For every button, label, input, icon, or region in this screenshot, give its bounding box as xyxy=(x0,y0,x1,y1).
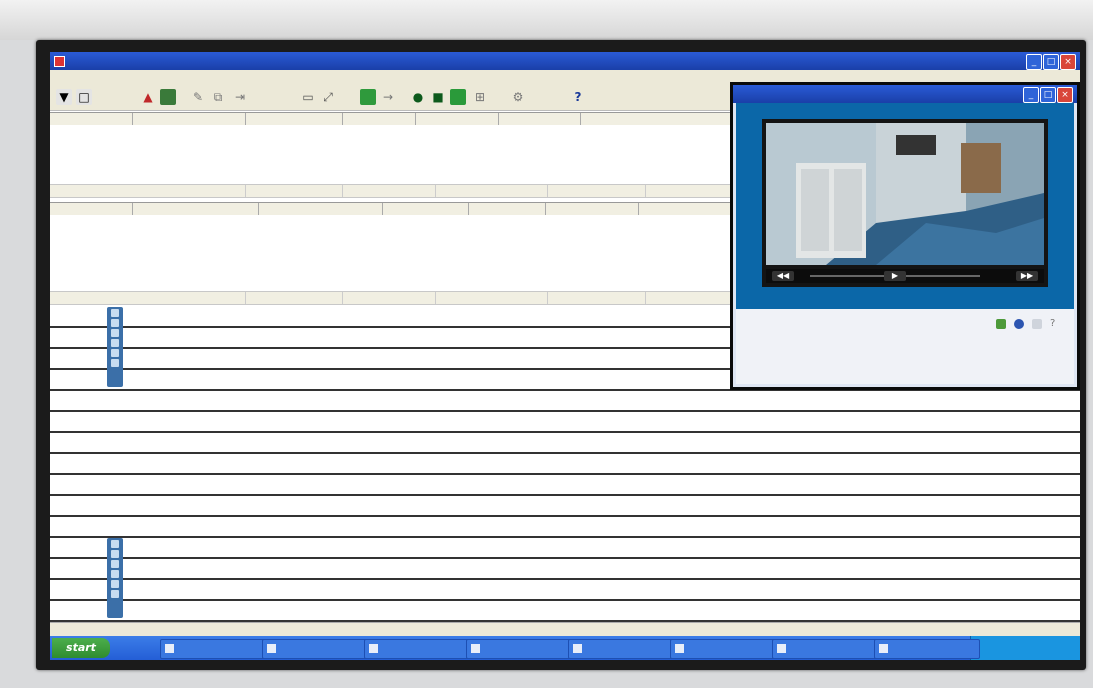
desktop-screen: _ □ × ▼ □ ▲ ✎ ⧉ ⇥ ▭ ⤢ → ● ■ ⊞ ⚙ ? start … xyxy=(50,52,1080,660)
footer-cell xyxy=(342,185,436,197)
video-panel: ◀◀ ▶ ▶▶ xyxy=(736,103,1074,309)
log-row[interactable] xyxy=(50,494,1080,517)
minimize-button[interactable]: _ xyxy=(1026,54,1042,70)
print-icon[interactable]: ■ xyxy=(430,89,446,105)
window-icon xyxy=(369,644,378,653)
taskbar-button[interactable] xyxy=(160,639,266,659)
column-header[interactable] xyxy=(50,113,128,125)
video-close-button[interactable]: × xyxy=(1057,87,1073,103)
video-frame: ◀◀ ▶ ▶▶ xyxy=(762,119,1048,287)
play-icon[interactable]: ▶ xyxy=(884,271,906,281)
footer-cell xyxy=(435,185,549,197)
footer-cell xyxy=(245,185,344,197)
window-icon xyxy=(675,644,684,653)
log-row[interactable] xyxy=(50,599,1080,622)
edit-icon[interactable]: ✎ xyxy=(190,89,206,105)
main-window-title-bar[interactable]: _ □ × xyxy=(50,52,1080,70)
log-row[interactable] xyxy=(50,473,1080,496)
log-row[interactable] xyxy=(50,536,1080,559)
video-window-title-bar[interactable]: _ □ × xyxy=(733,85,1077,103)
video-thumbnail-strip[interactable] xyxy=(107,538,123,618)
info-icon[interactable]: ? xyxy=(1050,319,1060,329)
new-icon[interactable]: □ xyxy=(76,89,92,105)
window-icon xyxy=(471,644,480,653)
footer-cell xyxy=(245,292,344,304)
window-icon xyxy=(879,644,888,653)
footer-cell xyxy=(645,185,709,197)
forward-icon[interactable]: ▶▶ xyxy=(1016,271,1038,281)
snapshot-icon[interactable] xyxy=(1014,319,1024,329)
filter-icon[interactable]: ▼ xyxy=(56,89,72,105)
live-video-window: _ □ × ◀◀ ▶ ▶▶ ? xyxy=(730,82,1080,390)
settings-icon[interactable] xyxy=(1032,319,1042,329)
column-header[interactable] xyxy=(245,113,344,125)
status-bar xyxy=(50,622,1080,637)
taskbar-button[interactable] xyxy=(568,639,674,659)
tools-icon[interactable]: ⚙ xyxy=(510,89,526,105)
taskbar-button[interactable] xyxy=(670,639,776,659)
log-row[interactable] xyxy=(50,410,1080,433)
view-icon[interactable]: ● xyxy=(410,89,426,105)
record-icon[interactable] xyxy=(160,89,176,105)
log-row[interactable] xyxy=(50,515,1080,538)
close-button[interactable]: × xyxy=(1060,54,1076,70)
playback-icon[interactable] xyxy=(450,89,466,105)
footer-cell xyxy=(342,292,436,304)
monitor-icon[interactable]: ▭ xyxy=(300,89,316,105)
window-icon xyxy=(777,644,786,653)
camera-icon[interactable] xyxy=(360,89,376,105)
video-minimize-button[interactable]: _ xyxy=(1023,87,1039,103)
help-button[interactable]: ? xyxy=(570,89,586,105)
window-icon xyxy=(165,644,174,653)
taskbar: start xyxy=(50,636,1080,660)
system-tray xyxy=(970,636,1080,660)
column-header[interactable] xyxy=(50,203,128,215)
rewind-icon[interactable]: ◀◀ xyxy=(772,271,794,281)
column-header[interactable] xyxy=(132,203,246,215)
column-header[interactable] xyxy=(638,203,712,215)
column-header[interactable] xyxy=(580,113,704,125)
column-header[interactable] xyxy=(132,113,246,125)
column-header[interactable] xyxy=(545,203,639,215)
export-icon[interactable]: ⇥ xyxy=(232,89,248,105)
link-icon[interactable]: ⤢ xyxy=(320,89,336,105)
video-thumbnail-strip[interactable] xyxy=(107,307,123,387)
column-header[interactable] xyxy=(415,113,499,125)
start-button[interactable]: start xyxy=(52,638,110,658)
app-icon xyxy=(54,56,65,67)
taskbar-button[interactable] xyxy=(364,639,470,659)
window-icon xyxy=(573,644,582,653)
taskbar-button[interactable] xyxy=(262,639,368,659)
video-maximize-button[interactable]: □ xyxy=(1040,87,1056,103)
video-controls: ◀◀ ▶ ▶▶ xyxy=(766,269,1044,283)
log-row[interactable] xyxy=(50,557,1080,580)
camera-feed-image xyxy=(766,123,1044,265)
grid-icon[interactable]: ⊞ xyxy=(472,89,488,105)
alarm-icon[interactable]: ▲ xyxy=(140,89,156,105)
column-header[interactable] xyxy=(342,113,416,125)
column-header[interactable] xyxy=(382,203,466,215)
taskbar-button[interactable] xyxy=(874,639,980,659)
log-row[interactable] xyxy=(50,578,1080,601)
footer-cell xyxy=(547,292,646,304)
log-row[interactable] xyxy=(50,452,1080,475)
window-icon xyxy=(267,644,276,653)
taskbar-button[interactable] xyxy=(466,639,572,659)
footer-cell xyxy=(645,292,709,304)
log-row[interactable] xyxy=(50,389,1080,412)
copy-icon[interactable]: ⧉ xyxy=(210,89,226,105)
footer-cell xyxy=(435,292,549,304)
column-header[interactable] xyxy=(498,113,582,125)
arrow-icon[interactable]: → xyxy=(380,89,396,105)
footer-cell xyxy=(547,185,646,197)
column-header[interactable] xyxy=(468,203,547,215)
monitor-top-edge xyxy=(0,0,1093,40)
video-window-controls: ? xyxy=(736,309,1074,384)
column-header[interactable] xyxy=(258,203,382,215)
log-row[interactable] xyxy=(50,431,1080,454)
camera-control-icon[interactable] xyxy=(996,319,1006,329)
maximize-button[interactable]: □ xyxy=(1043,54,1059,70)
camera-feed[interactable] xyxy=(766,123,1044,265)
taskbar-button[interactable] xyxy=(772,639,878,659)
